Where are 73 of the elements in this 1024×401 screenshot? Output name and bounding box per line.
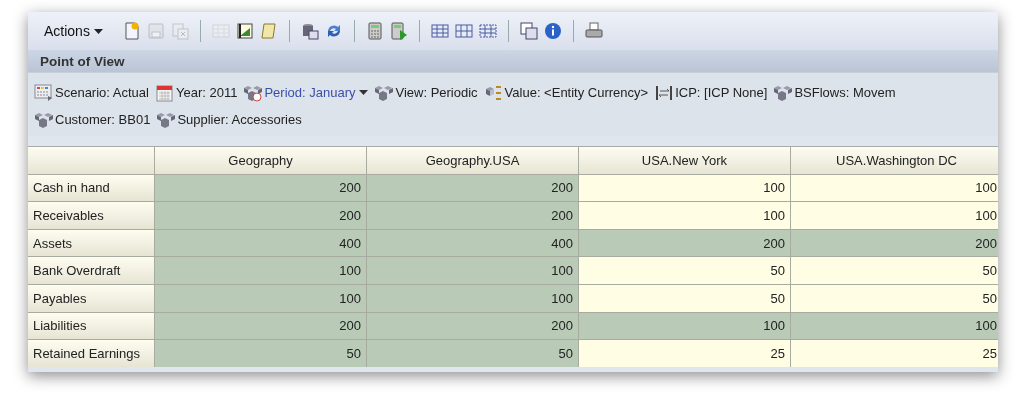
actions-menu[interactable]: Actions bbox=[40, 21, 107, 41]
new-document-icon[interactable] bbox=[122, 22, 141, 40]
table-cell[interactable]: 50 bbox=[791, 257, 998, 284]
cubes-icon bbox=[773, 83, 794, 102]
table-cell[interactable]: 100 bbox=[579, 174, 790, 202]
row-header: Retained Earnings bbox=[28, 340, 154, 367]
table-cell[interactable]: 100 bbox=[155, 284, 366, 312]
table-cell[interactable]: 100 bbox=[791, 312, 998, 340]
table-cell[interactable]: 200 bbox=[367, 174, 578, 202]
table-cell[interactable]: 200 bbox=[367, 312, 578, 340]
table-cell[interactable]: 200 bbox=[155, 202, 366, 229]
row-header: Liabilities bbox=[28, 312, 154, 340]
table-cell[interactable]: 100 bbox=[791, 174, 998, 202]
table-cell[interactable]: 200 bbox=[791, 229, 998, 257]
column-header: Geography.USA bbox=[367, 147, 578, 174]
section-title: Point of View bbox=[40, 53, 125, 69]
table-cell[interactable]: 400 bbox=[367, 229, 578, 257]
table-cell[interactable]: 200 bbox=[579, 229, 790, 257]
info-icon[interactable] bbox=[543, 22, 562, 40]
row-header: Assets bbox=[28, 229, 154, 257]
table-cell[interactable]: 100 bbox=[579, 202, 790, 229]
caret-icon bbox=[93, 28, 103, 34]
table-cell[interactable]: 25 bbox=[579, 340, 790, 367]
copy-icon[interactable] bbox=[519, 22, 538, 40]
table-cell[interactable]: 100 bbox=[367, 284, 578, 312]
cube-clock-icon bbox=[243, 83, 264, 102]
calendar-icon bbox=[154, 83, 175, 102]
chart-icon[interactable] bbox=[235, 22, 254, 40]
dimension-label[interactable]: Scenario: Actual bbox=[55, 85, 149, 100]
table-cell[interactable]: 100 bbox=[579, 312, 790, 340]
cubes-icon bbox=[156, 110, 177, 129]
column-header: Geography bbox=[155, 147, 366, 174]
table-cell[interactable]: 100 bbox=[791, 202, 998, 229]
table-cell[interactable]: 200 bbox=[155, 174, 366, 202]
cubes-icon bbox=[374, 83, 395, 102]
table-cell[interactable]: 50 bbox=[579, 257, 790, 284]
table-cell[interactable]: 100 bbox=[367, 257, 578, 284]
caret-icon bbox=[359, 90, 369, 95]
table-cell[interactable]: 50 bbox=[579, 284, 790, 312]
database-icon[interactable] bbox=[300, 22, 319, 40]
cubes-currency-icon bbox=[483, 83, 504, 102]
table-cell[interactable]: 100 bbox=[155, 257, 366, 284]
row-header: Receivables bbox=[28, 202, 154, 229]
calculator-play-icon[interactable] bbox=[389, 22, 408, 40]
table-cell[interactable]: 50 bbox=[791, 284, 998, 312]
column-header: USA.Washington DC bbox=[791, 147, 998, 174]
grid-cube-icon bbox=[34, 83, 54, 102]
dimension-label[interactable]: ICP: [ICP None] bbox=[675, 85, 768, 100]
dimension-label[interactable]: Customer: BB01 bbox=[55, 112, 151, 127]
dimension-label[interactable]: BSFlows: Movem bbox=[794, 85, 896, 100]
calculator-icon[interactable] bbox=[365, 22, 384, 40]
column-header: USA.New York bbox=[579, 147, 790, 174]
table-cell[interactable]: 400 bbox=[155, 229, 366, 257]
scroll-icon[interactable] bbox=[259, 22, 278, 40]
table-cell[interactable]: 50 bbox=[155, 340, 366, 367]
dimension-label[interactable]: Year: 2011 bbox=[175, 85, 238, 100]
row-header: Cash in hand bbox=[28, 174, 154, 202]
cubes-icon bbox=[34, 110, 54, 129]
table-cell[interactable]: 200 bbox=[367, 202, 578, 229]
arrows-icon bbox=[654, 83, 675, 102]
grid-icon[interactable] bbox=[430, 22, 449, 40]
grid-icon[interactable] bbox=[478, 22, 497, 40]
table-cell[interactable]: 200 bbox=[155, 312, 366, 340]
dimension-label[interactable]: View: Periodic bbox=[395, 85, 478, 100]
dimension-label[interactable]: Supplier: Accessories bbox=[177, 112, 302, 127]
table-cell[interactable]: 25 bbox=[791, 340, 998, 367]
table-cell[interactable]: 50 bbox=[367, 340, 578, 367]
dimension-label[interactable]: Value: <Entity Currency> bbox=[504, 85, 649, 100]
grid-icon[interactable] bbox=[454, 22, 473, 40]
row-header: Bank Overdraft bbox=[28, 257, 154, 284]
row-header: Payables bbox=[28, 284, 154, 312]
printer-icon[interactable] bbox=[584, 22, 603, 40]
period-dropdown[interactable]: Period: January bbox=[264, 85, 369, 100]
